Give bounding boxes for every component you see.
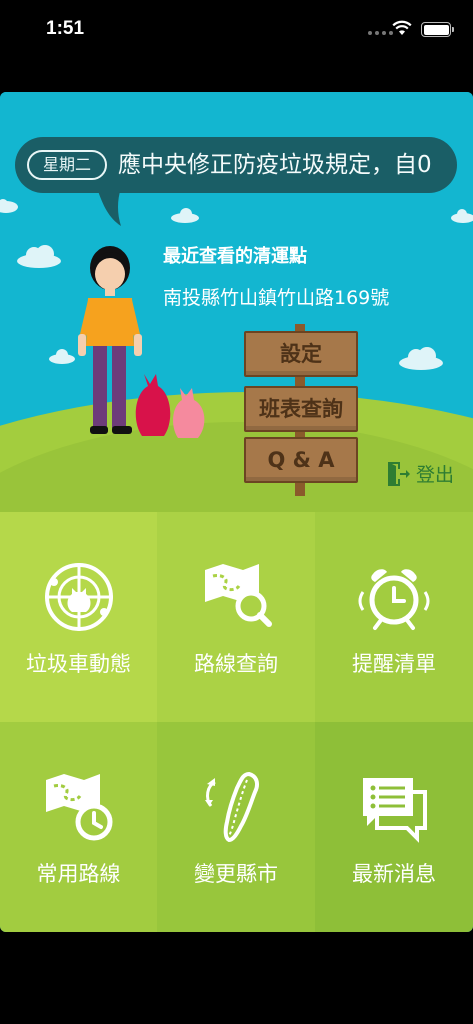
menu-label: 提醒清單 xyxy=(352,652,436,676)
logout-label: 登出 xyxy=(416,464,455,486)
alarm-clock-icon xyxy=(358,569,430,630)
status-bar: 1:51 xyxy=(0,0,473,60)
menu-label: 常用路線 xyxy=(36,862,121,886)
settings-button[interactable]: 設定 xyxy=(244,331,358,377)
menu-route-search[interactable]: 路線查詢 xyxy=(157,512,315,722)
cloud-icon xyxy=(17,245,61,268)
cellular-signal-icon xyxy=(368,31,393,35)
qa-button[interactable]: Q & A xyxy=(244,437,358,483)
recent-title: 最近查看的清運點 xyxy=(163,246,307,267)
cloud-icon xyxy=(399,347,443,370)
phone-screen: 1:51 星期二 應中央修正防疫垃圾規定，自0 最近查看的清運點 南投縣竹山鎮竹… xyxy=(0,0,473,1024)
news-chat-icon xyxy=(363,778,427,843)
wifi-icon xyxy=(392,20,412,35)
cloud-icon xyxy=(171,208,199,223)
frequent-route-icon xyxy=(45,774,112,841)
logout-door-icon xyxy=(388,461,410,486)
main-menu-grid: 垃圾車動態 路線查詢 提醒清單 常用路線 變更縣市 最新消息 xyxy=(0,512,473,932)
menu-label: 垃圾車動態 xyxy=(26,652,131,676)
garbage-bags-illustration xyxy=(135,374,205,438)
menu-change-county[interactable]: 變更縣市 xyxy=(157,722,315,932)
route-search-icon xyxy=(205,564,272,627)
menu-reminder-list[interactable]: 提醒清單 xyxy=(315,512,473,722)
cloud-icon xyxy=(451,209,473,223)
status-time: 1:51 xyxy=(46,18,85,39)
menu-label: 最新消息 xyxy=(352,862,436,886)
recent-address[interactable]: 南投縣竹山鎮竹山路169號 xyxy=(163,283,389,310)
logout-button[interactable]: 登出 xyxy=(386,460,454,487)
bubble-tail xyxy=(97,188,121,226)
weekday-badge: 星期二 xyxy=(27,150,107,180)
menu-garbage-truck-status[interactable]: 垃圾車動態 xyxy=(0,512,157,722)
menu-label: 變更縣市 xyxy=(194,862,278,886)
garbage-truck-radar-icon xyxy=(44,563,113,631)
menu-frequent-routes[interactable]: 常用路線 xyxy=(0,722,157,932)
menu-label: 路線查詢 xyxy=(194,652,278,676)
news-marquee-bubble[interactable]: 星期二 應中央修正防疫垃圾規定，自0 xyxy=(15,137,457,193)
schedule-query-button[interactable]: 班表查詢 xyxy=(244,386,358,432)
cloud-icon xyxy=(49,349,75,364)
hero-scene: 星期二 應中央修正防疫垃圾規定，自0 最近查看的清運點 南投縣竹山鎮竹山路169… xyxy=(0,92,473,792)
menu-latest-news[interactable]: 最新消息 xyxy=(315,722,473,932)
battery-icon xyxy=(421,22,454,37)
news-marquee-text: 應中央修正防疫垃圾規定，自0 xyxy=(118,152,432,178)
app-main: 星期二 應中央修正防疫垃圾規定，自0 最近查看的清運點 南投縣竹山鎮竹山路169… xyxy=(0,92,473,932)
cloud-icon xyxy=(0,199,18,213)
taiwan-map-icon xyxy=(205,771,259,843)
